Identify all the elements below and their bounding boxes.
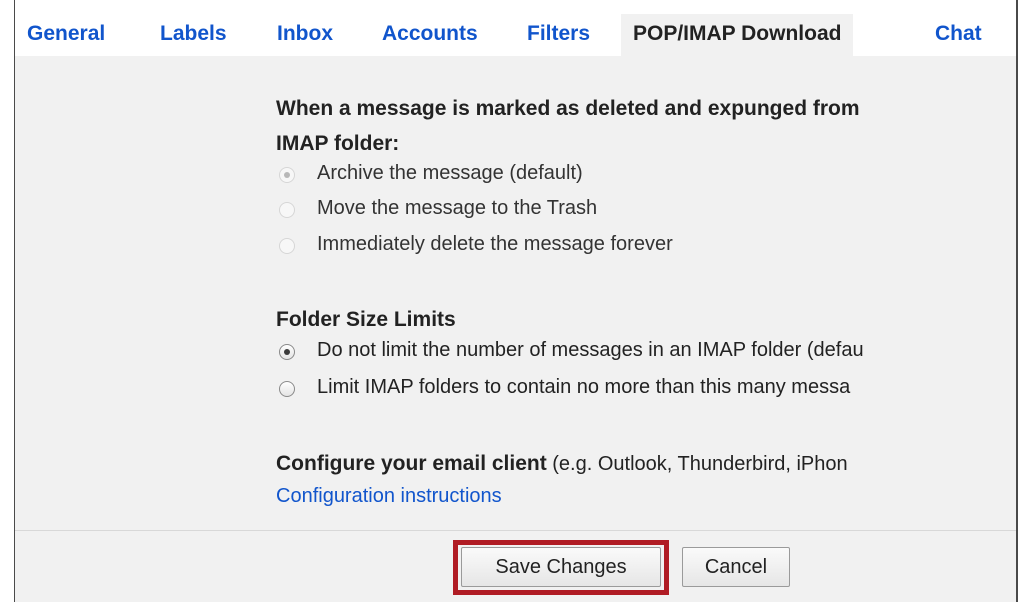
settings-tab-bar: General Labels Inbox Accounts Filters PO… [15,0,1016,56]
folder-size-heading: Folder Size Limits [276,308,456,331]
radio-archive-message[interactable] [279,167,295,183]
configuration-instructions-link[interactable]: Configuration instructions [276,485,502,508]
settings-panel: When a message is marked as deleted and … [15,56,1016,602]
footer-divider [15,530,1016,531]
tab-accounts[interactable]: Accounts [382,14,478,56]
option-delete-forever-label: Immediately delete the message forever [317,233,673,255]
radio-move-to-trash[interactable] [279,202,295,218]
save-button-highlight [453,540,669,595]
option-no-limit-label: Do not limit the number of messages in a… [317,339,864,361]
tab-filters[interactable]: Filters [527,14,590,56]
option-limit-folders-label: Limit IMAP folders to contain no more th… [317,376,851,398]
radio-selected-dot [284,349,290,355]
radio-limit-folders[interactable] [279,381,295,397]
cancel-button[interactable]: Cancel [682,547,790,587]
tab-general[interactable]: General [27,14,105,56]
tab-labels[interactable]: Labels [160,14,227,56]
option-archive-label: Archive the message (default) [317,162,583,184]
radio-no-limit[interactable] [279,344,295,360]
expunge-heading-line1: When a message is marked as deleted and … [276,97,860,120]
configure-client-heading: Configure your email client [276,452,547,475]
option-move-to-trash-label: Move the message to the Trash [317,197,598,219]
tab-inbox[interactable]: Inbox [277,14,333,56]
tab-chat[interactable]: Chat [935,14,982,56]
configure-client-examples: (e.g. Outlook, Thunderbird, iPhon [546,453,848,475]
radio-delete-forever[interactable] [279,238,295,254]
configure-client-line: Configure your email client (e.g. Outloo… [276,452,848,476]
tab-pop-imap-download[interactable]: POP/IMAP Download [621,14,854,56]
expunge-heading-line2: IMAP folder: [276,132,400,155]
radio-selected-dot [284,172,290,178]
